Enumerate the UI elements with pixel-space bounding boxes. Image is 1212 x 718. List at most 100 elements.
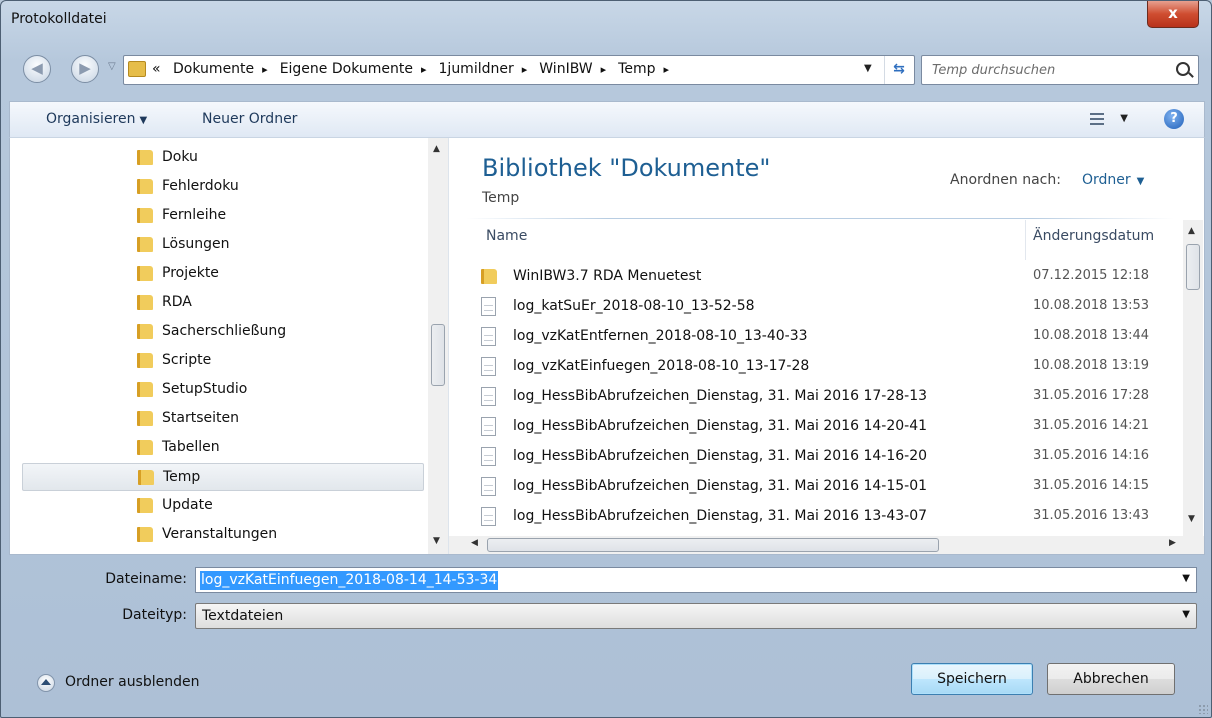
file-row[interactable]: log_vzKatEntfernen_2018-08-10_13-40-33 10… [475,324,1175,350]
file-row[interactable]: log_HessBibAbrufzeichen_Dienstag, 31. Ma… [475,414,1175,440]
document-icon [481,447,496,466]
hide-folders-label: Ordner ausblenden [65,674,200,690]
nav-item-label: Temp [163,469,201,485]
file-name: log_HessBibAbrufzeichen_Dienstag, 31. Ma… [513,478,928,494]
view-options-icon[interactable] [1090,113,1104,125]
help-icon[interactable]: ? [1164,109,1184,129]
nav-item[interactable]: Tabellen [22,434,424,462]
nav-item[interactable]: Update [22,492,424,520]
nav-item[interactable]: Doku [22,144,424,172]
file-name: WinIBW3.7 RDA Menuetest [513,268,702,284]
nav-item[interactable]: Fernleihe [22,202,424,230]
document-icon [481,507,496,526]
scroll-up-icon[interactable]: ▲ [433,144,440,154]
nav-item[interactable]: Projekte [22,260,424,288]
search-input[interactable] [930,60,1166,80]
organize-menu-button[interactable]: Organisieren ▼ [46,111,147,127]
breadcrumb-item[interactable]: Temp [618,61,655,77]
column-header-date[interactable]: Änderungsdatum [1033,228,1154,244]
file-row[interactable]: log_HessBibAbrufzeichen_Dienstag, 31. Ma… [475,444,1175,470]
nav-item-label: Update [162,497,213,513]
folder-icon [137,208,153,223]
file-list-vscrollbar[interactable]: ▲ ▼ [1183,220,1203,536]
nav-item[interactable]: Lösungen [22,231,424,259]
file-name: log_HessBibAbrufzeichen_Dienstag, 31. Ma… [513,388,928,404]
nav-item[interactable]: Veranstaltungen [22,521,424,549]
nav-item[interactable]: Temp [22,463,424,491]
title-bar[interactable]: Protokolldatei x [1,1,1211,37]
breadcrumb-overflow[interactable]: « [152,61,161,77]
filetype-dropdown-icon[interactable]: ▼ [1182,609,1190,620]
close-button[interactable]: x [1147,1,1199,28]
history-dropdown-icon[interactable]: ▽ [108,61,116,72]
address-dropdown-icon[interactable]: ▼ [864,63,872,74]
document-icon [481,417,496,436]
breadcrumb-separator-icon[interactable]: ▸ [663,63,669,76]
folder-icon [137,150,153,165]
search-icon[interactable] [1176,62,1190,76]
breadcrumb-separator-icon[interactable]: ▸ [601,63,607,76]
nav-item-label: Fernleihe [162,207,227,223]
back-button[interactable]: ◀ [23,55,51,83]
column-separator[interactable] [1025,220,1026,260]
file-row[interactable]: log_HessBibAbrufzeichen_Dienstag, 31. Ma… [475,504,1175,530]
folder-icon [128,61,146,77]
nav-item[interactable]: Fehlerdoku [22,173,424,201]
file-row[interactable]: log_HessBibAbrufzeichen_Dienstag, 31. Ma… [475,474,1175,500]
breadcrumb-separator-icon[interactable]: ▸ [262,63,268,76]
nav-item-label: Sacherschließung [162,323,287,339]
breadcrumb-separator-icon[interactable]: ▸ [421,63,427,76]
nav-scrollbar[interactable]: ▲ ▼ [428,138,448,554]
nav-item[interactable]: SetupStudio [22,376,424,404]
file-date: 31.05.2016 14:21 [1033,418,1150,433]
column-header-name[interactable]: Name [486,228,527,244]
file-list-hscroll-thumb[interactable] [487,538,939,552]
breadcrumb-separator-icon[interactable]: ▸ [522,63,528,76]
view-dropdown-icon[interactable]: ▼ [1120,113,1128,124]
resize-grip-icon[interactable] [1198,704,1208,714]
scroll-right-icon[interactable]: ▶ [1169,538,1176,548]
filename-selected-text[interactable]: log_vzKatEinfuegen_2018-08-14_14-53-34 [200,571,499,590]
scroll-down-icon[interactable]: ▼ [433,536,440,546]
folder-icon [137,353,153,368]
nav-scroll-thumb[interactable] [431,324,445,386]
header-divider [466,218,1174,219]
forward-button[interactable]: ▶ [71,55,99,83]
save-button[interactable]: Speichern [911,663,1033,695]
filename-dropdown-icon[interactable]: ▼ [1182,573,1190,584]
window-title: Protokolldatei [11,11,107,27]
new-folder-button[interactable]: Neuer Ordner [202,111,297,127]
file-row[interactable]: log_katSuEr_2018-08-10_13-52-58 10.08.201… [475,294,1175,320]
folder-icon [137,411,153,426]
nav-item[interactable]: Startseiten [22,405,424,433]
breadcrumb: « Dokumente ▸ Eigene Dokumente ▸ 1jumildner ▸… [152,61,675,77]
file-row[interactable]: log_HessBibAbrufzeichen_Dienstag, 31. Ma… [475,384,1175,410]
breadcrumb-item[interactable]: 1jumildner [439,61,514,77]
search-box[interactable] [921,55,1199,85]
refresh-icon[interactable]: ⇆ [884,56,913,84]
folder-icon [481,269,497,284]
folder-icon [137,382,153,397]
breadcrumb-item[interactable]: WinIBW [539,61,592,77]
file-list-scroll-thumb[interactable] [1186,244,1200,290]
filename-combobox[interactable]: log_vzKatEinfuegen_2018-08-14_14-53-34 ▼ [195,567,1197,593]
nav-item[interactable]: Sacherschließung [22,318,424,346]
file-row[interactable]: log_vzKatEinfuegen_2018-08-10_13-17-28 10… [475,354,1175,380]
address-bar[interactable]: « Dokumente ▸ Eigene Dokumente ▸ 1jumildner ▸… [123,55,915,85]
nav-item[interactable]: RDA [22,289,424,317]
scroll-up-icon[interactable]: ▲ [1188,226,1195,236]
command-toolbar: Organisieren ▼ Neuer Ordner ▼ ? [9,101,1205,138]
scroll-left-icon[interactable]: ◀ [471,538,478,548]
scroll-down-icon[interactable]: ▼ [1188,514,1195,524]
cancel-button[interactable]: Abbrechen [1047,663,1175,695]
filetype-select[interactable]: Textdateien ▼ [195,603,1197,629]
file-row[interactable]: WinIBW3.7 RDA Menuetest 07.12.2015 12:18 [475,264,1175,290]
file-list-hscrollbar[interactable]: ◀ ▶ [449,536,1204,554]
file-save-dialog: Protokolldatei x ◀ ▶ ▽ « Dokumente ▸ Eigen… [0,0,1212,718]
breadcrumb-item[interactable]: Dokumente [173,61,254,77]
file-date: 10.08.2018 13:44 [1033,328,1150,343]
filetype-label: Dateityp: [122,607,187,623]
arrange-by-dropdown[interactable]: Ordner ▼ [1082,172,1144,188]
nav-item[interactable]: Scripte [22,347,424,375]
breadcrumb-item[interactable]: Eigene Dokumente [280,61,413,77]
